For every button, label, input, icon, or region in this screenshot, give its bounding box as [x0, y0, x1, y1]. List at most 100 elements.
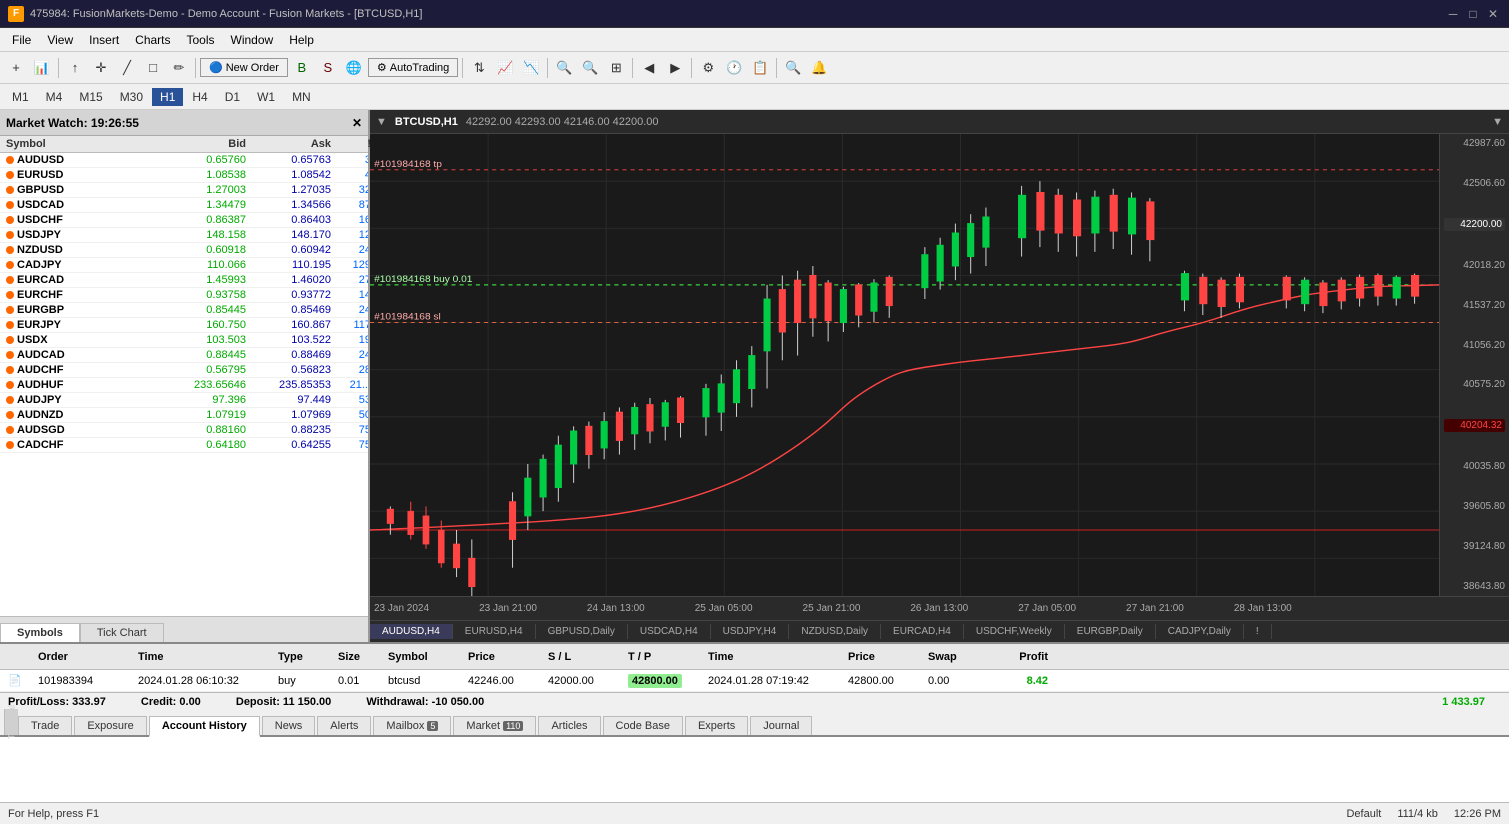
tools-icon3[interactable]: 📉 — [519, 57, 543, 79]
bottom-tab-market[interactable]: Market 110 — [453, 716, 536, 735]
clock-icon[interactable]: 🕐 — [722, 57, 746, 79]
chart-dropdown-icon[interactable]: ▼ — [1492, 116, 1503, 128]
market-watch-row[interactable]: NZDUSD 0.60918 0.60942 24 — [0, 243, 368, 258]
symbol-tab-audusd[interactable]: AUDUSD,H4 — [370, 624, 453, 639]
price-4: 41537.20 — [1444, 300, 1505, 311]
symbol-tab-more[interactable]: ! — [1244, 624, 1272, 639]
nav-right-icon[interactable]: ▶ — [663, 57, 687, 79]
tf-m30[interactable]: M30 — [112, 88, 151, 106]
close-mw-btn[interactable]: ✕ — [352, 116, 362, 130]
arrow-btn[interactable]: ↑ — [63, 57, 87, 79]
tf-h1[interactable]: H1 — [152, 88, 183, 106]
line-btn[interactable]: ╱ — [115, 57, 139, 79]
symbol-tab-gbpusd[interactable]: GBPUSD,Daily — [536, 624, 628, 639]
tf-m4[interactable]: M4 — [38, 88, 71, 106]
market-watch-row[interactable]: GBPUSD 1.27003 1.27035 32 — [0, 183, 368, 198]
search-icon[interactable]: 🔍 — [781, 57, 805, 79]
menu-item-help[interactable]: Help — [281, 31, 322, 49]
menu-item-window[interactable]: Window — [223, 31, 282, 49]
market-watch-row[interactable]: CADCHF 0.64180 0.64255 75 — [0, 438, 368, 453]
maximize-button[interactable]: □ — [1465, 6, 1481, 22]
mw-tab-tickchart[interactable]: Tick Chart — [80, 623, 164, 642]
market-watch-row[interactable]: AUDCAD 0.88445 0.88469 24 — [0, 348, 368, 363]
grid-icon[interactable]: ⊞ — [604, 57, 628, 79]
minimize-button[interactable]: ─ — [1445, 6, 1461, 22]
zoom-in-icon[interactable]: 🔍 — [552, 57, 576, 79]
tools-icon2[interactable]: 📈 — [493, 57, 517, 79]
symbol-tab-cadjpy[interactable]: CADJPY,Daily — [1156, 624, 1244, 639]
buy-icon[interactable]: B — [290, 57, 314, 79]
menu-item-tools[interactable]: Tools — [179, 31, 223, 49]
tf-m15[interactable]: M15 — [71, 88, 110, 106]
bottom-tab-trade[interactable]: Trade — [18, 716, 72, 735]
market-watch-row[interactable]: AUDSGD 0.88160 0.88235 75 — [0, 423, 368, 438]
market-watch-row[interactable]: CADJPY 110.066 110.195 129 — [0, 258, 368, 273]
bottom-tab-exposure[interactable]: Exposure — [74, 716, 146, 735]
market-watch-row[interactable]: AUDNZD 1.07919 1.07969 50 — [0, 408, 368, 423]
tools-icon1[interactable]: ⇅ — [467, 57, 491, 79]
symbol-name: USDJPY — [6, 229, 156, 241]
crosshair-btn[interactable]: ✛ — [89, 57, 113, 79]
globe-icon[interactable]: 🌐 — [342, 57, 366, 79]
bottom-tab-articles[interactable]: Articles — [538, 716, 600, 735]
symbol-tab-usdcad[interactable]: USDCAD,H4 — [628, 624, 711, 639]
symbol-ask: 1.46020 — [246, 274, 331, 286]
tf-w1[interactable]: W1 — [249, 88, 283, 106]
symbol-tab-usdjpy[interactable]: USDJPY,H4 — [711, 624, 790, 639]
settings-icon[interactable]: ⚙ — [696, 57, 720, 79]
square-btn[interactable]: □ — [141, 57, 165, 79]
market-watch-row[interactable]: AUDCHF 0.56795 0.56823 28 — [0, 363, 368, 378]
symbol-tab-usdchf[interactable]: USDCHF,Weekly — [964, 624, 1065, 639]
template-icon[interactable]: 📋 — [748, 57, 772, 79]
terminal-label[interactable]: Terminal — [4, 709, 18, 735]
pencil-btn[interactable]: ✏ — [167, 57, 191, 79]
menu-item-charts[interactable]: Charts — [127, 31, 178, 49]
tf-m1[interactable]: M1 — [4, 88, 37, 106]
market-watch-row[interactable]: USDCAD 1.34479 1.34566 87 — [0, 198, 368, 213]
mw-tab-symbols[interactable]: Symbols — [0, 623, 80, 642]
menu-item-view[interactable]: View — [39, 31, 81, 49]
tf-d1[interactable]: D1 — [217, 88, 248, 106]
tf-mn[interactable]: MN — [284, 88, 319, 106]
bottom-tab-experts[interactable]: Experts — [685, 716, 748, 735]
notification-icon[interactable]: 🔔 — [807, 57, 831, 79]
zoom-out-icon[interactable]: 🔍 — [578, 57, 602, 79]
chart-btn[interactable]: 📊 — [30, 57, 54, 79]
symbol-spread: 75 — [331, 424, 368, 436]
bottom-tab-mailbox[interactable]: Mailbox 5 — [373, 716, 451, 735]
bottom-tab-codebase[interactable]: Code Base — [603, 716, 683, 735]
symbol-tab-eurcad[interactable]: EURCAD,H4 — [881, 624, 964, 639]
market-watch-row[interactable]: EURJPY 160.750 160.867 117 — [0, 318, 368, 333]
plus-btn[interactable]: + — [4, 57, 28, 79]
bottom-tab-account-history[interactable]: Account History — [149, 716, 260, 737]
market-watch-row[interactable]: EURUSD 1.08538 1.08542 4 — [0, 168, 368, 183]
symbol-name: USDCAD — [6, 199, 156, 211]
bottom-tab-journal[interactable]: Journal — [750, 716, 812, 735]
symbol-tab-nzdusd[interactable]: NZDUSD,Daily — [789, 624, 881, 639]
market-watch-row[interactable]: USDX 103.503 103.522 19 — [0, 333, 368, 348]
menu-item-insert[interactable]: Insert — [81, 31, 127, 49]
bottom-tab-alerts[interactable]: Alerts — [317, 716, 371, 735]
symbol-tab-eurusd[interactable]: EURUSD,H4 — [453, 624, 536, 639]
new-order-button[interactable]: 🔵 New Order — [200, 58, 288, 77]
nav-left-icon[interactable]: ◀ — [637, 57, 661, 79]
symbol-spread: 21... — [331, 379, 368, 391]
symbol-tab-eurgbp[interactable]: EURGBP,Daily — [1065, 624, 1156, 639]
market-watch-row[interactable]: USDCHF 0.86387 0.86403 16 — [0, 213, 368, 228]
market-watch-row[interactable]: AUDHUF 233.65646 235.85353 21... — [0, 378, 368, 393]
price-2: 42506.60 — [1444, 178, 1505, 189]
tf-h4[interactable]: H4 — [184, 88, 215, 106]
market-watch-row[interactable]: EURGBP 0.85445 0.85469 24 — [0, 303, 368, 318]
sell-icon[interactable]: S — [316, 57, 340, 79]
market-watch-row[interactable]: USDJPY 148.158 148.170 12 — [0, 228, 368, 243]
menu-item-file[interactable]: File — [4, 31, 39, 49]
bottom-tab-news[interactable]: News — [262, 716, 316, 735]
market-watch-row[interactable]: AUDUSD 0.65760 0.65763 3 — [0, 153, 368, 168]
symbol-ask: 0.88235 — [246, 424, 331, 436]
market-watch-row[interactable]: EURCHF 0.93758 0.93772 14 — [0, 288, 368, 303]
market-watch-row[interactable]: AUDJPY 97.396 97.449 53 — [0, 393, 368, 408]
market-watch-row[interactable]: EURCAD 1.45993 1.46020 27 — [0, 273, 368, 288]
chart-canvas-area[interactable]: #101984168 tp #101984168 buy 0.01 #10198… — [370, 134, 1509, 596]
auto-trading-button[interactable]: ⚙ AutoTrading — [368, 58, 458, 77]
close-button[interactable]: ✕ — [1485, 6, 1501, 22]
